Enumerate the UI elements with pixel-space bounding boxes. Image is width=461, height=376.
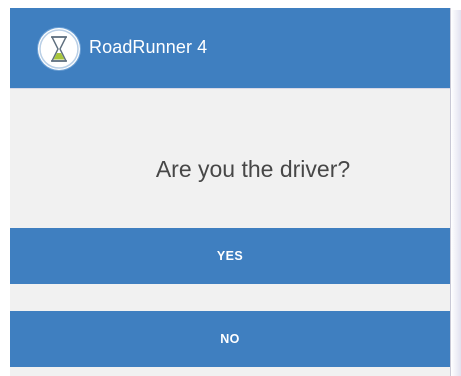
- app-window: RoadRunner 4 Are you the driver? YES NO: [0, 0, 461, 376]
- app-bar: RoadRunner 4: [10, 8, 450, 89]
- button-divider: [10, 284, 450, 311]
- driver-question: Are you the driver?: [155, 156, 351, 182]
- app-screen: RoadRunner 4 Are you the driver? YES NO: [10, 8, 450, 376]
- hourglass-icon: [38, 28, 80, 70]
- window-shadow: [451, 10, 461, 376]
- dialog-body: Are you the driver?: [10, 90, 450, 227]
- yes-button[interactable]: YES: [10, 228, 450, 284]
- no-button[interactable]: NO: [10, 311, 450, 367]
- app-title: RoadRunner 4: [89, 37, 208, 57]
